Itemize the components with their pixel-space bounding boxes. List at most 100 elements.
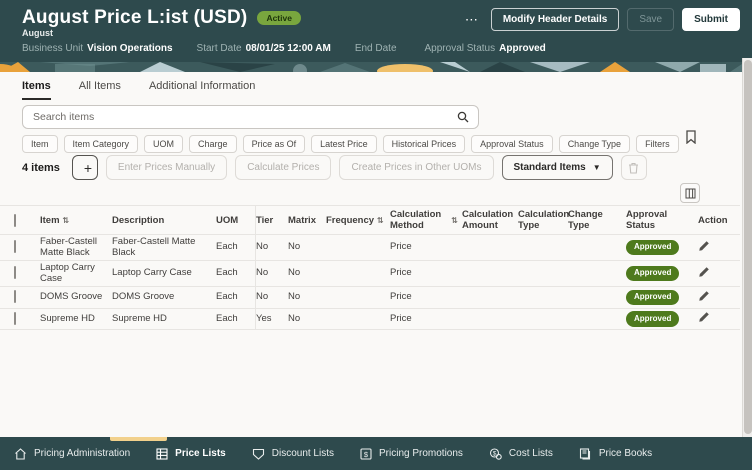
description-cell: DOMS Groove: [112, 291, 175, 302]
nav-discount-lists[interactable]: Discount Lists: [252, 448, 334, 460]
svg-text:$: $: [493, 450, 497, 457]
edit-pencil-icon[interactable]: [698, 240, 710, 252]
frequency-cell: [326, 246, 390, 250]
manage-columns-button[interactable]: [680, 183, 700, 203]
create-prices-other-uoms-button[interactable]: Create Prices in Other UOMs: [339, 155, 494, 180]
sort-icon[interactable]: ⇅: [377, 215, 384, 226]
sort-icon[interactable]: ⇅: [451, 215, 458, 226]
calc-type-cell: [518, 295, 568, 299]
search-input[interactable]: [23, 111, 457, 123]
price-list-table-icon: [156, 447, 168, 460]
approval-badge: Approved: [626, 289, 680, 305]
promotion-dollar-icon: $: [360, 447, 372, 460]
sort-icon[interactable]: ⇅: [63, 215, 70, 226]
item-cell: DOMS Groove: [40, 291, 103, 302]
col-calculation-method[interactable]: Calculation Method ⇅: [390, 206, 462, 234]
nav-pricing-promotions[interactable]: $ Pricing Promotions: [360, 447, 463, 460]
chip-uom[interactable]: UOM: [144, 135, 184, 153]
col-change-type: Change Type: [568, 209, 603, 231]
nav-price-books[interactable]: Price Books: [579, 447, 652, 460]
row-checkbox[interactable]: [14, 311, 16, 325]
meta-start-date: Start Date 08/01/25 12:00 AM: [196, 43, 331, 54]
page-subtitle: August: [22, 28, 53, 38]
ellipsis-icon: ⋯: [464, 11, 479, 27]
row-checkbox[interactable]: [14, 290, 16, 303]
bookmark-icon[interactable]: [685, 130, 697, 144]
edit-pencil-icon[interactable]: [698, 266, 710, 278]
table-row: Faber-Castell Matte Black Faber-Castell …: [0, 235, 740, 261]
select-all-checkbox[interactable]: [14, 213, 16, 227]
chip-change-type[interactable]: Change Type: [558, 135, 631, 153]
tier-cell: No: [256, 267, 269, 279]
vertical-scrollbar[interactable]: [742, 58, 752, 437]
col-approval-status: Approval Status: [626, 209, 668, 231]
calc-type-cell: [518, 317, 568, 321]
chip-item-category[interactable]: Item Category: [63, 135, 139, 153]
col-uom: UOM: [216, 206, 256, 234]
uom-cell: Each: [216, 261, 256, 286]
scrollbar-thumb[interactable]: [744, 60, 752, 434]
chip-price-as-of[interactable]: Price as Of: [242, 135, 306, 153]
row-checkbox[interactable]: [14, 266, 16, 280]
tab-items[interactable]: Items: [22, 80, 51, 100]
calc-amount-cell: [462, 295, 518, 299]
submit-button[interactable]: Submit: [682, 8, 740, 31]
more-actions-button[interactable]: ⋯: [461, 10, 483, 30]
svg-text:$: $: [364, 449, 369, 458]
chip-approval-status[interactable]: Approval Status: [471, 135, 553, 153]
save-button[interactable]: Save: [627, 8, 675, 31]
tier-cell: No: [256, 291, 269, 302]
home-icon: [14, 447, 27, 460]
edit-pencil-icon[interactable]: [698, 290, 710, 302]
nav-cost-lists[interactable]: $ Cost Lists: [489, 447, 553, 460]
frequency-cell: [326, 272, 390, 276]
calc-type-cell: [518, 272, 568, 276]
calc-type-cell: [518, 246, 568, 250]
table-header-row: Item ⇅ Description UOM Tier Matrix Freque…: [0, 205, 740, 235]
delete-button[interactable]: [620, 155, 647, 180]
chip-charge[interactable]: Charge: [189, 135, 237, 153]
change-type-cell: [568, 295, 626, 299]
meta-approval-status: Approval Status Approved: [424, 43, 546, 54]
modify-header-details-button[interactable]: Modify Header Details: [490, 8, 620, 31]
search-bar: [22, 105, 479, 129]
edit-pencil-icon[interactable]: [698, 311, 710, 323]
description-cell: Laptop Carry Case: [112, 267, 192, 279]
nav-pricing-administration[interactable]: Pricing Administration: [14, 447, 130, 460]
chip-item[interactable]: Item: [22, 135, 58, 153]
col-matrix: Matrix: [288, 214, 316, 226]
enter-prices-manually-button[interactable]: Enter Prices Manually: [105, 155, 228, 180]
col-frequency[interactable]: Frequency ⇅: [326, 212, 390, 229]
chip-historical-prices[interactable]: Historical Prices: [382, 135, 466, 153]
search-icon[interactable]: [457, 111, 469, 123]
cost-coin-icon: $: [489, 447, 502, 460]
tier-cell: No: [256, 241, 269, 253]
item-count: 4 items: [22, 161, 60, 174]
change-type-cell: [568, 317, 626, 321]
trash-icon: [628, 162, 639, 174]
items-table: Item ⇅ Description UOM Tier Matrix Freque…: [0, 205, 740, 330]
tab-additional-information[interactable]: Additional Information: [149, 80, 255, 100]
row-checkbox[interactable]: [14, 240, 16, 254]
chip-latest-price[interactable]: Latest Price: [311, 135, 377, 153]
frequency-cell: [326, 317, 390, 321]
standard-items-dropdown[interactable]: Standard Items ▼: [501, 155, 613, 180]
uom-cell: Each: [216, 287, 256, 308]
col-tier: Tier: [256, 214, 274, 226]
col-item[interactable]: Item ⇅: [40, 212, 112, 229]
header-meta: Business Unit Vision Operations Start Dat…: [22, 43, 546, 54]
col-action: Action: [698, 214, 728, 226]
add-item-button[interactable]: +: [71, 155, 98, 180]
description-cell: Supreme HD: [112, 312, 167, 324]
table-row: Supreme HD Supreme HD Each Yes No Price …: [0, 308, 740, 330]
calc-amount-cell: [462, 272, 518, 276]
calculate-prices-button[interactable]: Calculate Prices: [235, 155, 332, 180]
tab-all-items[interactable]: All Items: [79, 80, 121, 100]
bottom-nav: Pricing Administration Price Lists Disco…: [0, 437, 752, 470]
item-cell: Faber-Castell Matte Black: [40, 236, 98, 258]
calc-method-cell: Price: [390, 267, 412, 279]
page-header: August Price L:ist (USD) Active August B…: [0, 0, 752, 62]
chip-filters[interactable]: Filters: [636, 135, 679, 153]
nav-price-lists[interactable]: Price Lists: [156, 447, 226, 460]
frequency-cell: [326, 295, 390, 299]
